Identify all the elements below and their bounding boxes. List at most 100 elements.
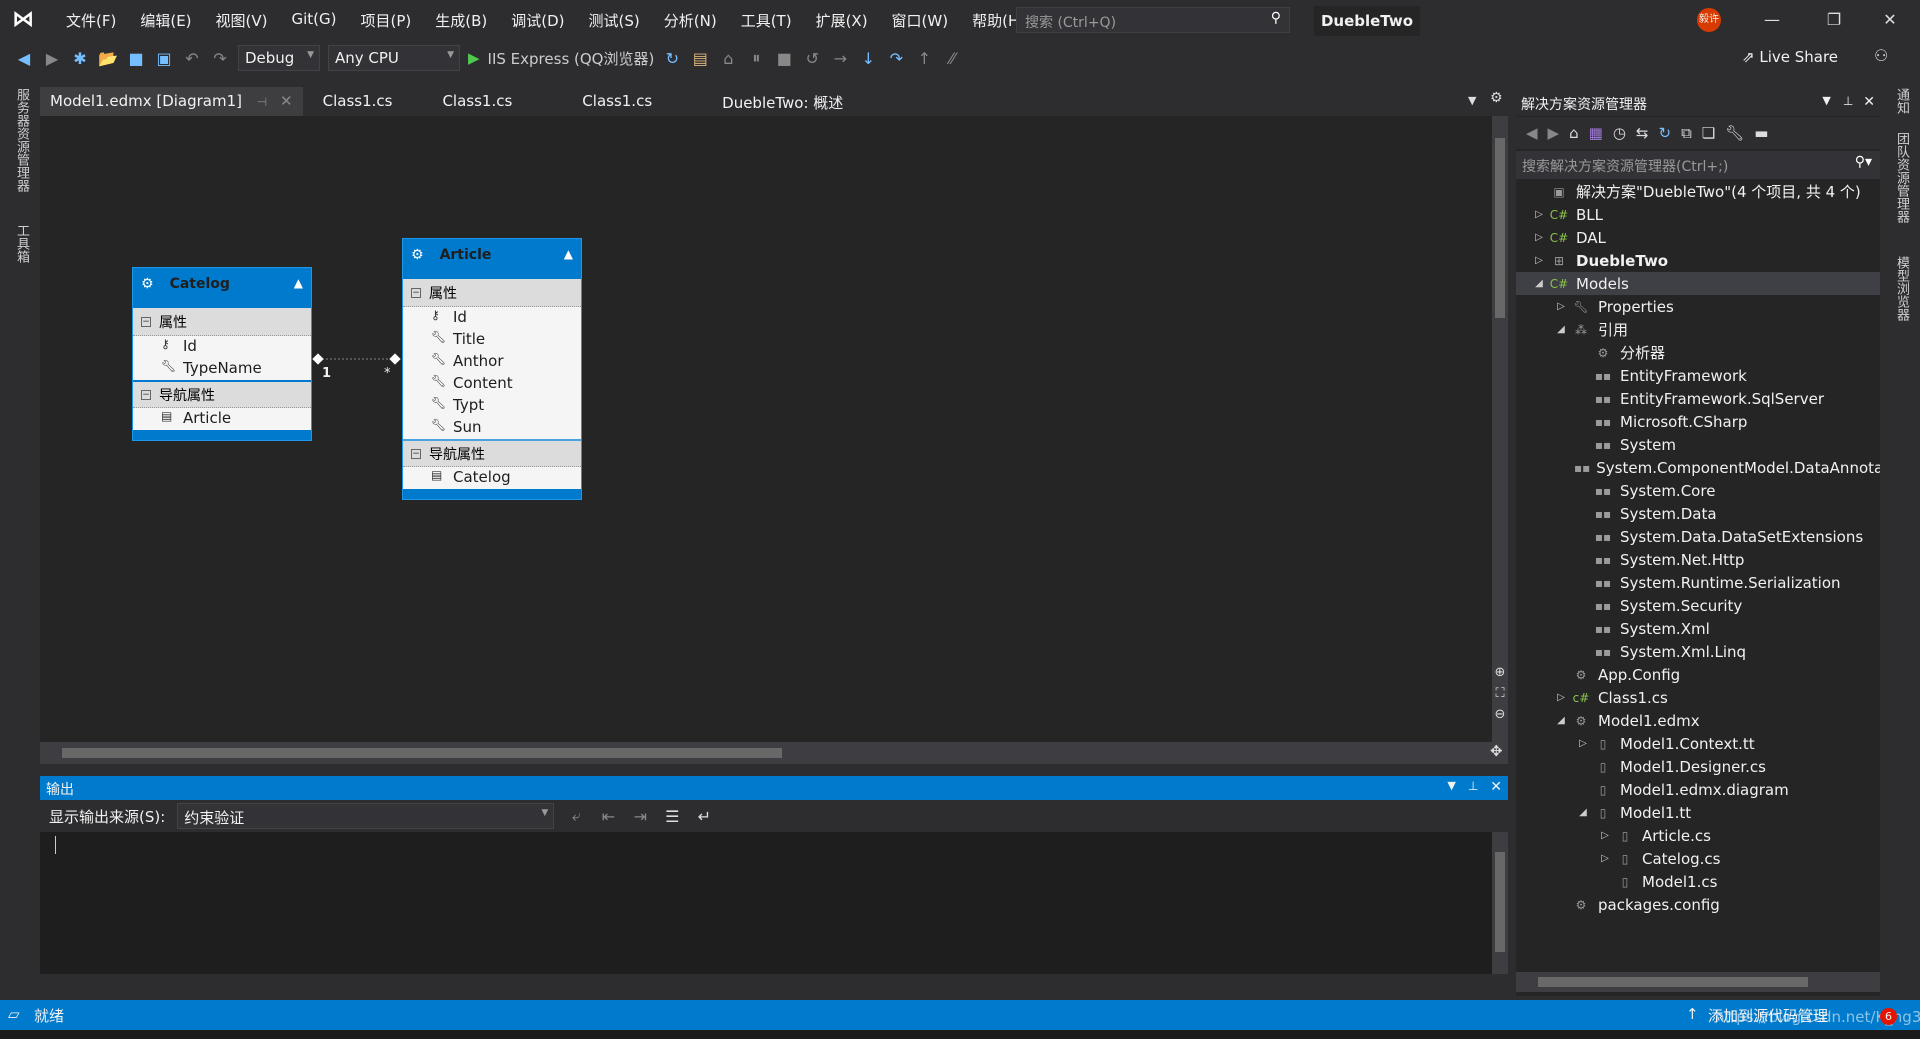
tab-class1[interactable]: Class1.cs — [432, 87, 522, 116]
tree-item[interactable]: ⚙ packages.config — [1516, 893, 1880, 916]
tree-item[interactable]: ▣ 解决方案"DuebleTwo"(4 个项目, 共 4 个) — [1516, 180, 1880, 203]
nav-property-row[interactable]: ▤ Article — [133, 408, 311, 430]
collapse-section-icon[interactable]: − — [141, 389, 151, 400]
property-row[interactable]: 🔧︎ Title — [403, 329, 581, 351]
back-icon[interactable]: ◀ — [14, 49, 34, 68]
find-in-files-icon[interactable]: ▤ — [690, 49, 710, 68]
next-message-icon[interactable]: ⇥ — [630, 807, 650, 826]
avatar[interactable]: 毅许 — [1697, 8, 1721, 32]
platform-select[interactable]: Any CPU ▼ — [328, 45, 460, 71]
nav-property-row[interactable]: ▤ Catelog — [403, 467, 581, 489]
menu-item[interactable]: 工具(T) — [729, 10, 804, 31]
step-into-icon[interactable]: ↓ — [858, 49, 878, 68]
tree-item[interactable]: ▪▪ Microsoft.CSharp — [1516, 410, 1880, 433]
tree-item[interactable]: ◢ ⁂ 引用 — [1516, 318, 1880, 341]
pin-icon[interactable]: ⊥ — [1468, 779, 1478, 797]
stop-icon[interactable]: ■ — [774, 49, 794, 68]
refresh-icon[interactable]: ↻ — [662, 49, 682, 68]
expander-icon[interactable]: ▷ — [1596, 853, 1614, 864]
server-explorer-tab[interactable]: 服务器资源管理器 — [12, 88, 31, 192]
minimize-button[interactable]: — — [1752, 6, 1792, 34]
output-vertical-scrollbar[interactable] — [1492, 832, 1508, 974]
zoom-in-icon[interactable]: ⊕ — [1492, 662, 1508, 683]
edmx-diagram-canvas[interactable]: 1 * ⚙ Catelog ▲ − 属性 ⚷ Id 🔧︎ TypeName − 导航属性 ▤… — [40, 116, 1492, 742]
tree-item[interactable]: ▪▪ System.Xml — [1516, 617, 1880, 640]
menu-item[interactable]: Git(G) — [280, 10, 349, 31]
menu-item[interactable]: 测试(S) — [577, 10, 652, 31]
property-row[interactable]: 🔧︎ TypeName — [133, 358, 311, 380]
expander-icon[interactable]: ▷ — [1530, 255, 1548, 266]
collapse-icon[interactable]: ▲ — [564, 247, 573, 261]
redo-icon[interactable]: ↷ — [210, 49, 230, 68]
notifications-tab[interactable]: 通知 — [1892, 88, 1911, 114]
clear-all-icon[interactable]: ☰ — [662, 807, 682, 826]
config-select[interactable]: Debug ▼ — [238, 45, 320, 71]
tree-item[interactable]: ▷ C# DAL — [1516, 226, 1880, 249]
close-panel-icon[interactable]: ✕ — [1490, 779, 1502, 797]
scroll-thumb[interactable] — [1495, 138, 1505, 318]
pause-icon[interactable]: ⏸ — [746, 48, 766, 68]
preview-icon[interactable]: ▬ — [1754, 124, 1768, 142]
menu-item[interactable]: 生成(B) — [423, 10, 499, 31]
step-out-icon[interactable]: ↑ — [914, 49, 934, 68]
expander-icon[interactable]: ▷ — [1596, 830, 1614, 841]
step-over-icon[interactable]: ↷ — [886, 49, 906, 68]
zoom-out-icon[interactable]: ⊖ — [1492, 704, 1508, 725]
output-source-select[interactable]: 约束验证 ▼ — [177, 803, 555, 829]
tree-item[interactable]: ▯ Model1.edmx.diagram — [1516, 778, 1880, 801]
show-all-files-icon[interactable]: ❏ — [1702, 124, 1715, 142]
tree-item[interactable]: ▪▪ System.Runtime.Serialization — [1516, 571, 1880, 594]
sync-icon[interactable]: ⇆ — [1636, 124, 1649, 142]
save-icon[interactable]: ■ — [126, 49, 146, 68]
run-button[interactable]: IIS Express (QQ浏览器) — [488, 48, 655, 69]
tree-item[interactable]: ▷ ⊞ DuebleTwo — [1516, 249, 1880, 272]
tree-item[interactable]: ▷ c# Class1.cs — [1516, 686, 1880, 709]
menu-item[interactable]: 扩展(X) — [804, 10, 880, 31]
tree-item[interactable]: ▪▪ System.Security — [1516, 594, 1880, 617]
tree-item[interactable]: ▪▪ EntityFramework.SqlServer — [1516, 387, 1880, 410]
forward-icon[interactable]: ▶ — [42, 49, 62, 68]
zoom-fit-icon[interactable]: ⛶ — [1492, 683, 1508, 704]
browser-icon[interactable]: ⌂ — [718, 49, 738, 68]
tree-item[interactable]: ▪▪ System.ComponentModel.DataAnnotations — [1516, 456, 1880, 479]
tab-model-diagram[interactable]: Model1.edmx [Diagram1] ⊣ ✕ — [40, 87, 303, 116]
tree-item[interactable]: ▷ ▯ Catelog.cs — [1516, 847, 1880, 870]
menu-item[interactable]: 项目(P) — [349, 10, 424, 31]
tree-item[interactable]: ▪▪ System.Data — [1516, 502, 1880, 525]
collapse-section-icon[interactable]: − — [411, 448, 421, 459]
property-row[interactable]: 🔧︎ Typt — [403, 395, 581, 417]
live-share-button[interactable]: ⇗ Live Share — [1742, 48, 1838, 66]
pan-icon[interactable]: ✥ — [1490, 742, 1503, 760]
collapse-icon[interactable]: ▲ — [294, 276, 303, 290]
entity-article[interactable]: ⚙ Article ▲ − 属性 ⚷ Id 🔧︎ Title 🔧︎ Anthor 🔧︎ Con… — [402, 238, 582, 500]
menu-item[interactable]: 窗口(W) — [880, 10, 961, 31]
dropdown-icon[interactable]: ▼ — [1447, 779, 1455, 797]
open-icon[interactable]: 📂 — [98, 49, 118, 68]
expander-icon[interactable]: ◢ — [1552, 324, 1570, 335]
tree-item[interactable]: ◢ ⚙ Model1.edmx — [1516, 709, 1880, 732]
collapse-section-icon[interactable]: − — [141, 316, 151, 327]
save-all-icon[interactable]: ▣ — [154, 49, 174, 68]
output-horizontal-scrollbar[interactable] — [40, 974, 1508, 992]
restart-icon[interactable]: ↺ — [802, 49, 822, 68]
restore-button[interactable]: ❐ — [1814, 6, 1854, 34]
expander-icon[interactable]: ▷ — [1530, 209, 1548, 220]
dropdown-icon[interactable]: ▼ — [1822, 94, 1830, 112]
tab-class1[interactable]: Class1.cs — [313, 87, 403, 116]
tree-item[interactable]: ⚙ App.Config — [1516, 663, 1880, 686]
diagram-vertical-scrollbar[interactable]: ⊕ ⛶ ⊖ — [1492, 116, 1508, 742]
team-explorer-tab[interactable]: 团队资源管理器 — [1892, 132, 1911, 223]
notification-badge[interactable]: 6 — [1880, 1008, 1897, 1025]
tree-item[interactable]: ▷ 🔧︎ Properties — [1516, 295, 1880, 318]
new-project-icon[interactable]: ✱ — [70, 49, 90, 68]
tree-item[interactable]: ▷ ▯ Model1.Context.tt — [1516, 732, 1880, 755]
property-row[interactable]: 🔧︎ Anthor — [403, 351, 581, 373]
expander-icon[interactable]: ▷ — [1574, 738, 1592, 749]
menu-item[interactable]: 文件(F) — [54, 10, 128, 31]
tree-item[interactable]: ◢ ▯ Model1.tt — [1516, 801, 1880, 824]
tab-overview[interactable]: DuebleTwo: 概述 — [712, 87, 853, 116]
close-button[interactable]: ✕ — [1870, 6, 1910, 34]
menu-item[interactable]: 分析(N) — [652, 10, 729, 31]
gear-icon[interactable]: ⚙ — [1490, 90, 1503, 106]
tree-item[interactable]: ▯ Model1.Designer.cs — [1516, 755, 1880, 778]
